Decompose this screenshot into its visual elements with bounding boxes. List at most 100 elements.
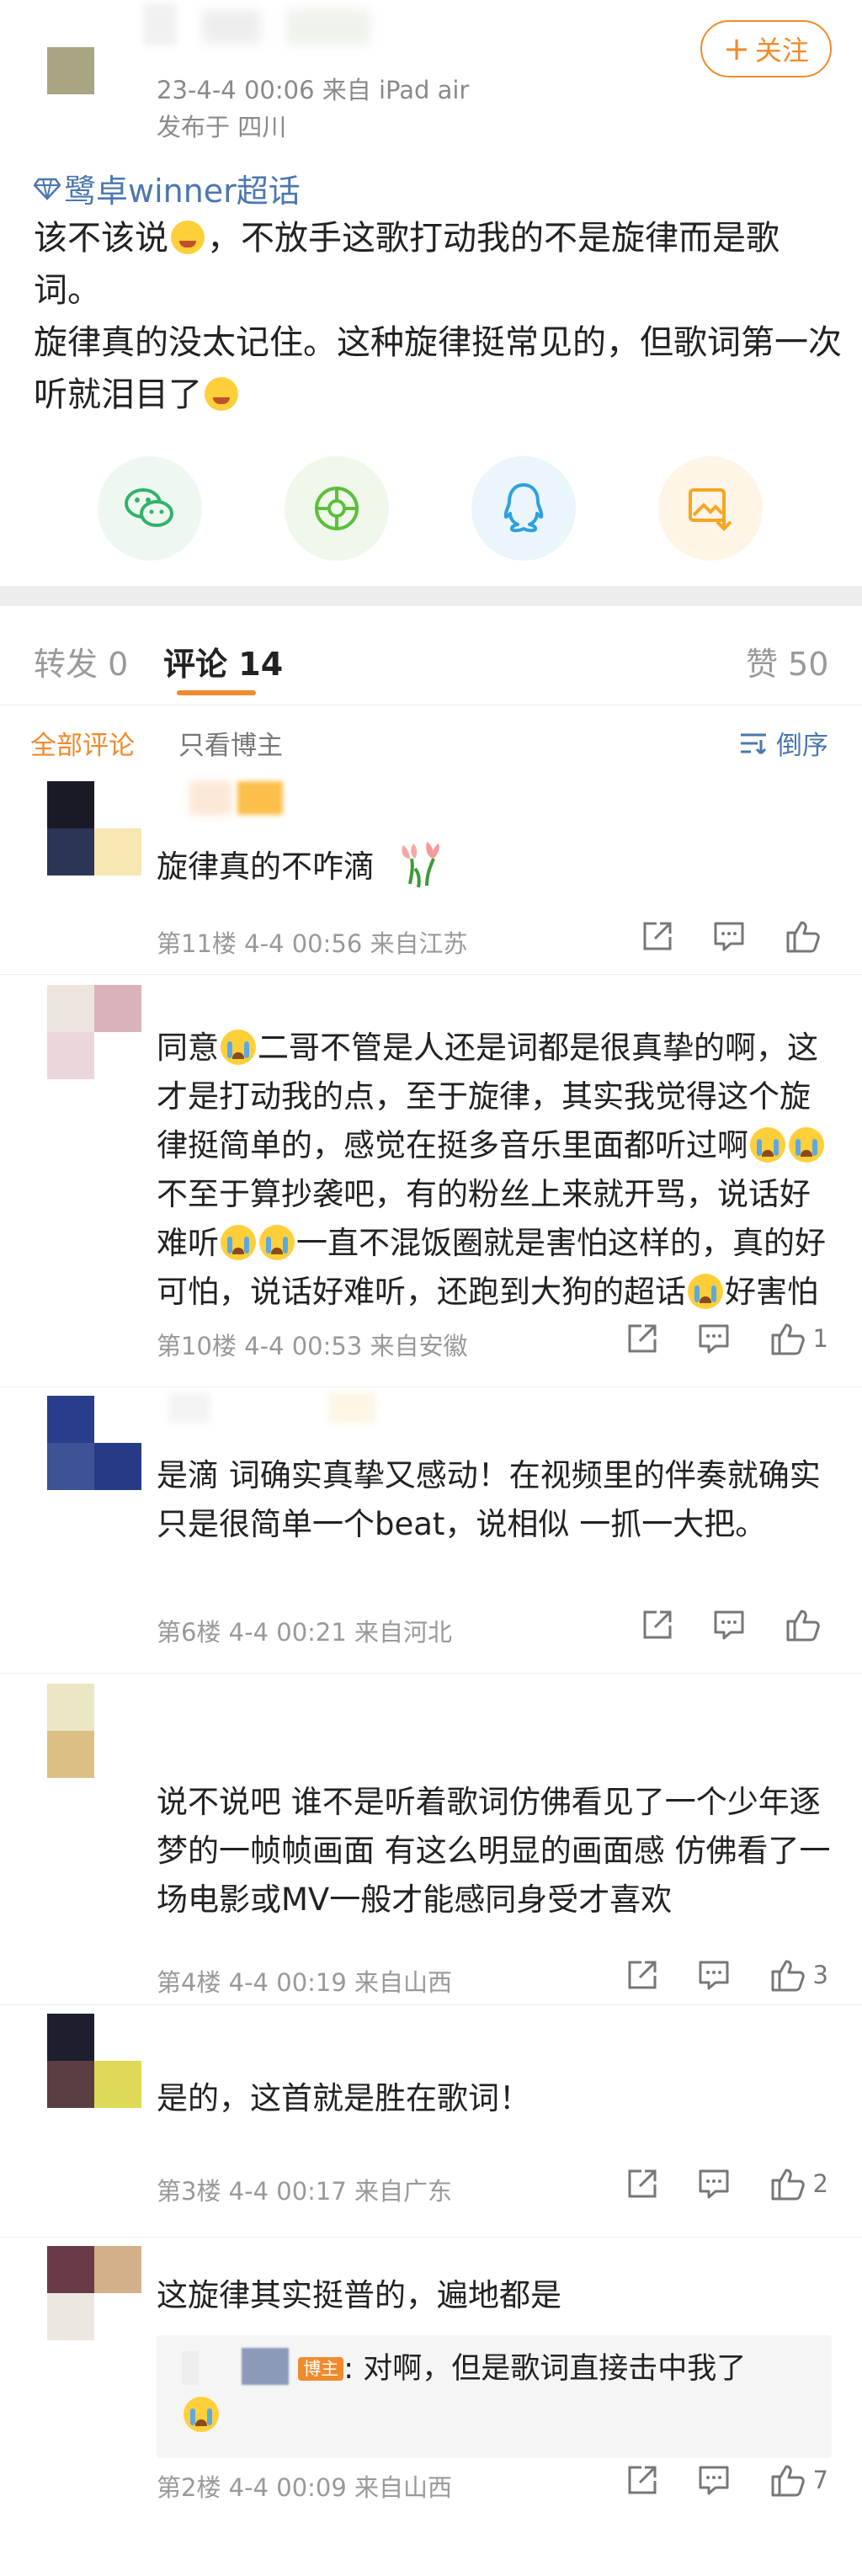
- comment-actions: 3: [626, 1958, 828, 1992]
- tab-count: 14: [238, 646, 284, 683]
- filter-all-comments[interactable]: 全部评论: [30, 724, 135, 762]
- tab-likes[interactable]: 赞 50: [746, 638, 828, 684]
- follow-button[interactable]: + 关注: [700, 20, 832, 77]
- comment-actions: [641, 919, 828, 953]
- avatar[interactable]: [47, 47, 94, 94]
- topic-label: 鹭卓winner超话: [64, 173, 301, 210]
- comment-text: 说不说吧 谁不是听着歌词仿佛看见了一个少年逐梦的一帧帧画面 有这么明显的画面感 …: [157, 1778, 832, 1924]
- thumbs-up-icon: [786, 921, 820, 953]
- thumbs-up-icon: [771, 1323, 805, 1355]
- moments-share-button[interactable]: [285, 456, 389, 561]
- avatar[interactable]: [47, 985, 141, 1079]
- repost-button[interactable]: [626, 1959, 658, 1991]
- reply-button[interactable]: [712, 1609, 746, 1641]
- avatar[interactable]: [47, 1684, 141, 1778]
- repost-button[interactable]: [641, 920, 673, 952]
- tab-count: 0: [108, 646, 129, 683]
- reply-button[interactable]: [697, 1323, 731, 1355]
- tab-reposts[interactable]: 转发 0: [34, 638, 128, 684]
- post-card: 23-4-4 00:06 来自 iPad air 发布于 四川 + 关注 鹭卓w…: [0, 0, 862, 586]
- comment-icon: [699, 2466, 729, 2495]
- thumbs-up-icon: [771, 2465, 805, 2497]
- comment-text: 是的，这首就是胜在歌词！: [157, 2074, 832, 2123]
- post-time-source: 23-4-4 00:06 来自 iPad air: [157, 76, 470, 104]
- repost-button[interactable]: [626, 2168, 658, 2200]
- thumbs-up-icon: [771, 2169, 805, 2201]
- comment-text: 同意 二哥不管是人还是词都是很真挚的啊，这才是打动我的点，至于旋律，其实我觉得这个…: [157, 1024, 832, 1317]
- tab-count: 50: [788, 646, 829, 683]
- reply-button[interactable]: [712, 920, 746, 952]
- comment-icon: [699, 1961, 729, 1990]
- comment-text-part: 这旋律其实挺普的，遍地都是: [157, 2277, 561, 2313]
- crying-emoji-icon: [221, 1225, 256, 1260]
- reply-preview[interactable]: 博主: 对啊，但是歌词直接击中我了: [157, 2335, 832, 2458]
- like-button[interactable]: [785, 1608, 828, 1642]
- qq-icon: [503, 483, 544, 533]
- share-icon: [643, 922, 672, 950]
- avatar[interactable]: [47, 2014, 141, 2108]
- comment-icon: [714, 922, 744, 951]
- comment-text-part: 是的，这首就是胜在歌词！: [157, 2080, 530, 2116]
- like-count: 2: [812, 2169, 828, 2198]
- tab-comments[interactable]: 评论 14: [163, 638, 283, 684]
- avatar[interactable]: [47, 781, 141, 876]
- topic-link[interactable]: 鹭卓winner超话: [34, 165, 301, 211]
- comment-item: 是的，这首就是胜在歌词！ 第3楼 4-4 00:17 来自广东 2: [0, 2005, 862, 2238]
- share-icon: [628, 1324, 657, 1353]
- like-count: 7: [812, 2466, 828, 2494]
- tab-label: 评论: [163, 646, 228, 683]
- blurred-username: [328, 1392, 375, 1423]
- repost-button[interactable]: [626, 1323, 658, 1355]
- comment-icon: [714, 1610, 744, 1640]
- crying-emoji-icon: [184, 2397, 219, 2432]
- post-location: 发布于 四川: [157, 113, 287, 141]
- blurred-username: [202, 10, 261, 44]
- share-row: [0, 456, 862, 561]
- crying-emoji-icon: [688, 1274, 723, 1309]
- like-button[interactable]: 3: [769, 1958, 828, 1992]
- filter-blogger-only[interactable]: 只看博主: [178, 724, 283, 762]
- comment-item: 旋律真的不咋滴 第11楼 4-4 00:56 来自江苏: [0, 773, 862, 975]
- blurred-username: [168, 1392, 210, 1423]
- comment-text-part: 旋律真的不咋滴: [157, 849, 375, 885]
- save-image-share-button[interactable]: [658, 456, 763, 561]
- comment-meta: 第2楼 4-4 00:09 来自山西: [157, 2473, 453, 2502]
- repost-button[interactable]: [626, 2464, 658, 2496]
- crying-emoji-icon: [221, 1030, 256, 1065]
- wechat-icon: [125, 488, 173, 527]
- comment-meta: 第6楼 4-4 00:21 来自河北: [157, 1618, 453, 1647]
- comment-item: 同意 二哥不管是人还是词都是很真挚的啊，这才是打动我的点，至于旋律，其实我觉得这个…: [0, 975, 862, 1387]
- comment-meta: 第11楼 4-4 00:56 来自江苏: [157, 929, 468, 958]
- blurred-username: [237, 781, 283, 815]
- wechat-share-button[interactable]: [98, 456, 202, 561]
- sort-button[interactable]: 倒序: [739, 724, 828, 762]
- crying-emoji-icon: [259, 1225, 295, 1260]
- reply-button[interactable]: [697, 2464, 731, 2496]
- repost-button[interactable]: [641, 1609, 673, 1641]
- like-button[interactable]: 2: [769, 2167, 828, 2201]
- save-image-icon: [689, 488, 732, 531]
- post-text: 该不该说 ，不放手这歌打动我的不是旋律而是歌词。 旋律真的没太记住。这种旋律挺常见…: [34, 212, 842, 421]
- comment-meta: 第4楼 4-4 00:19 来自山西: [157, 1968, 453, 1997]
- reply-button[interactable]: [697, 2168, 731, 2200]
- comment-meta: 第3楼 4-4 00:17 来自广东: [157, 2177, 453, 2206]
- comment-actions: [641, 1608, 828, 1642]
- teary-emoji-icon: [205, 377, 238, 411]
- moments-icon: [315, 487, 359, 530]
- plus-icon: +: [723, 30, 750, 67]
- comment-item: 说不说吧 谁不是听着歌词仿佛看见了一个少年逐梦的一帧帧画面 有这么明显的画面感 …: [0, 1674, 862, 2005]
- avatar[interactable]: [47, 1396, 141, 1490]
- comment-text-part: 好害怕: [725, 1274, 818, 1310]
- reply-button[interactable]: [697, 1959, 731, 1991]
- like-button[interactable]: 7: [769, 2463, 828, 2497]
- like-button[interactable]: 1: [769, 1322, 828, 1355]
- thumbs-up-icon: [771, 1960, 805, 1992]
- comment-icon: [699, 2169, 729, 2199]
- thumbs-up-icon: [786, 1610, 820, 1642]
- like-button[interactable]: [785, 919, 828, 953]
- like-count: 1: [812, 1324, 828, 1353]
- avatar[interactable]: [47, 2246, 141, 2340]
- post-text-part: 旋律真的没太记住。这种旋律挺常见的，但歌词第一次听就泪目了: [34, 323, 842, 414]
- comment-actions: 1: [626, 1322, 828, 1355]
- qq-share-button[interactable]: [471, 456, 576, 561]
